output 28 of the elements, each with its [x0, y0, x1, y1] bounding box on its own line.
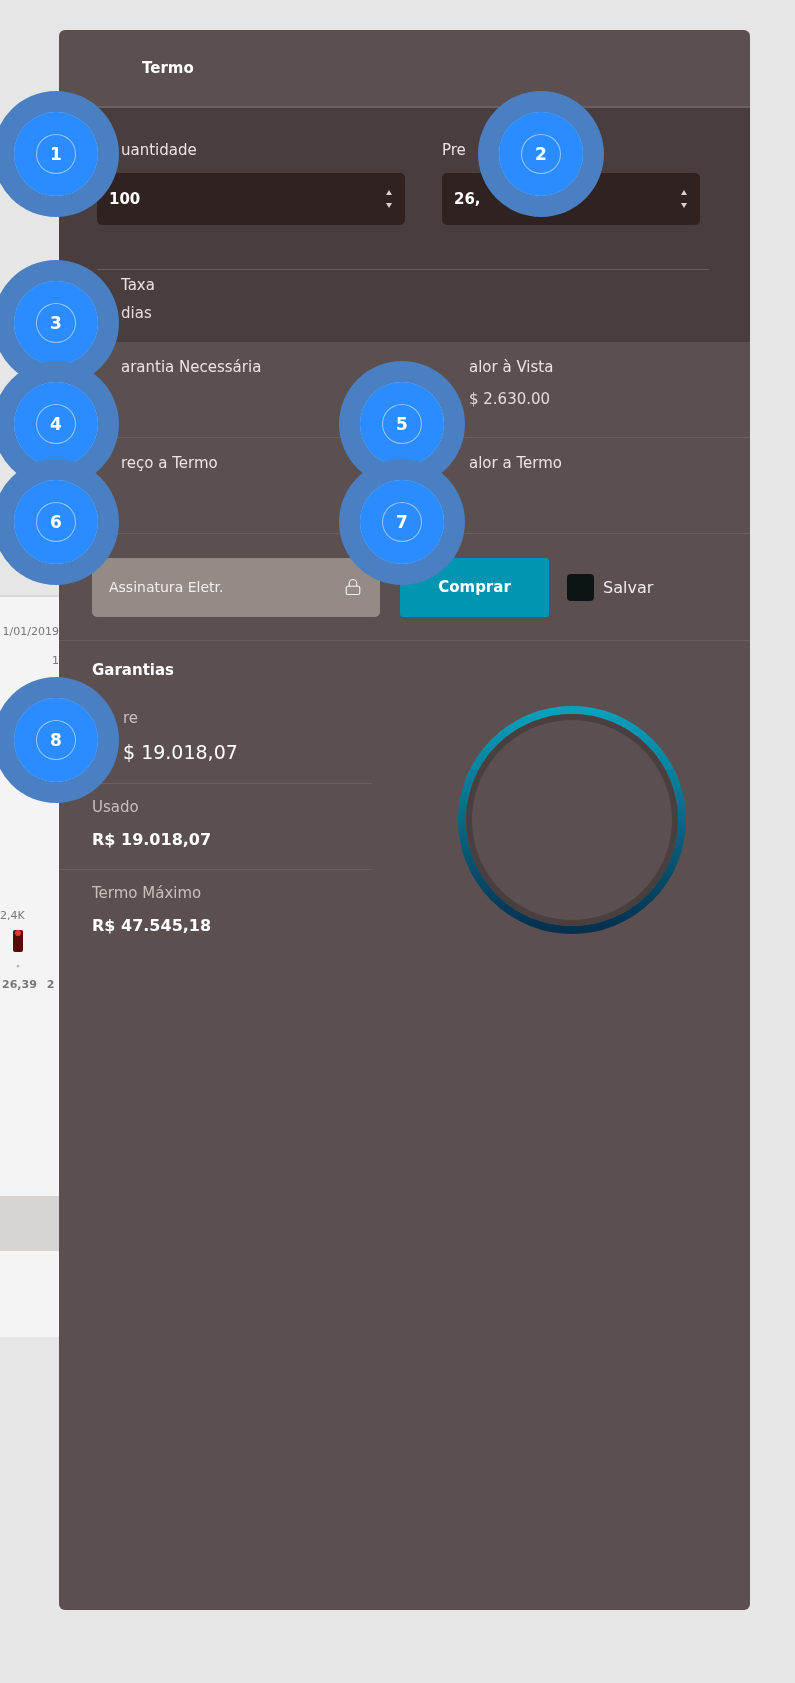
price-label: 2: [46, 978, 55, 991]
field-label: Pre: [442, 141, 466, 159]
ring-chart-icon: [457, 705, 687, 935]
guarantee-label: re: [123, 709, 139, 727]
summary-label: arantia Necessária: [121, 358, 262, 376]
spinner-icon[interactable]: [385, 188, 393, 210]
summary-label: reço a Termo: [121, 454, 218, 472]
date-label: 1/01/2019: [2, 625, 59, 638]
panel-title: Termo: [142, 59, 194, 77]
guarantee-label: Termo Máximo: [92, 884, 202, 902]
rate-value: dias: [121, 304, 152, 322]
guarantee-value: R$ 47.545,18: [92, 916, 212, 935]
save-checkbox[interactable]: [567, 573, 594, 601]
summary-label: alor à Vista: [469, 358, 554, 376]
lock-icon: [344, 578, 362, 596]
save-label: Salvar: [603, 577, 654, 597]
price-label: 26,39: [2, 978, 37, 991]
field-label: uantidade: [121, 141, 197, 159]
summary-label: alor a Termo: [469, 454, 562, 472]
section-title: Garantias: [91, 661, 175, 679]
guarantee-value: $ 19.018,07: [123, 741, 238, 763]
volume-label: 2,4K: [0, 909, 25, 922]
axis-label: 1: [52, 654, 59, 667]
guarantee-value: R$ 19.018,07: [92, 830, 212, 849]
number-field[interactable]: 100: [97, 173, 405, 225]
rate-label: Taxa: [121, 276, 155, 294]
spinner-icon[interactable]: [680, 188, 688, 210]
summary-value: $ 2.630.00: [469, 390, 551, 408]
